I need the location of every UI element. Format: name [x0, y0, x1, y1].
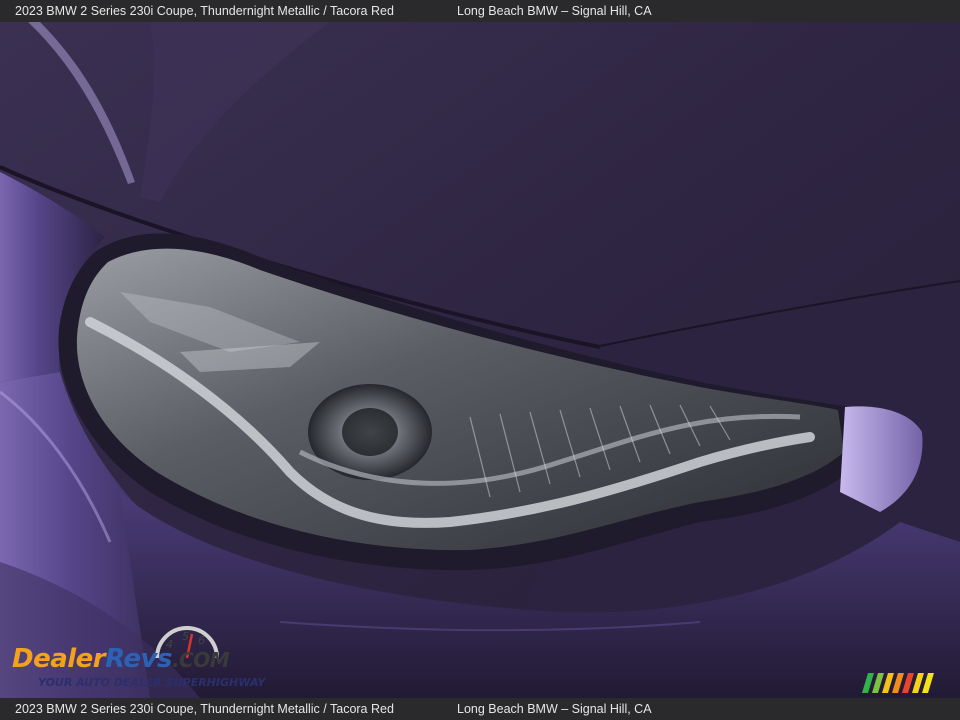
caption-bar-top: 2023 BMW 2 Series 230i Coupe, Thundernig…: [0, 0, 960, 22]
stripes-icon: [862, 673, 934, 693]
dealer-caption: Long Beach BMW – Signal Hill, CA: [457, 4, 652, 18]
dealer-logo-icon: 4 5 6 DealerRevs.COM YOUR AUTO DEALER SU…: [12, 624, 272, 696]
headlight-icon: [0, 22, 960, 698]
vehicle-caption: 2023 BMW 2 Series 230i Coupe, Thundernig…: [15, 702, 394, 716]
logo-wordmark: DealerRevs.COM: [12, 644, 230, 674]
dealer-caption: Long Beach BMW – Signal Hill, CA: [457, 702, 652, 716]
vehicle-caption: 2023 BMW 2 Series 230i Coupe, Thundernig…: [15, 4, 394, 18]
caption-bar-bottom: 2023 BMW 2 Series 230i Coupe, Thundernig…: [0, 698, 960, 720]
gauge-digit: 5: [182, 630, 189, 643]
photo-frame: 2023 BMW 2 Series 230i Coupe, Thundernig…: [0, 0, 960, 720]
car-photo: [0, 22, 960, 698]
logo-tagline: YOUR AUTO DEALER SUPERHIGHWAY: [38, 676, 266, 689]
